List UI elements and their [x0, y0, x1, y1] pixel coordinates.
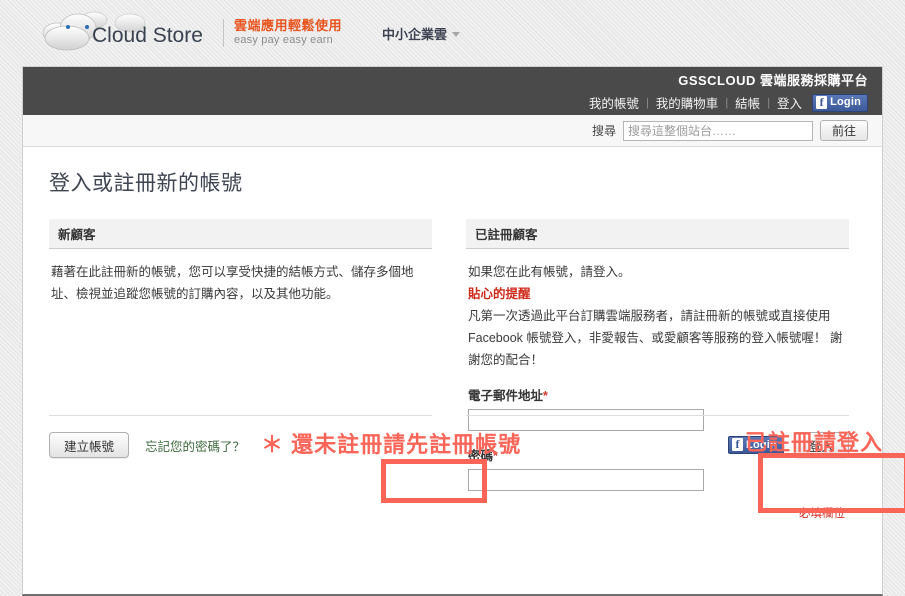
site-tagline: 雲端應用輕鬆使用 easy pay easy earn: [223, 18, 343, 47]
cloud-icon: Cloud Store: [42, 11, 203, 51]
top-nav-links: 我的帳號 | 我的購物車 | 結帳 | 登入 f Login: [23, 93, 868, 112]
search-bar: 搜尋 前往: [23, 115, 882, 147]
nav-item-my-account[interactable]: 我的帳號: [589, 93, 639, 112]
create-account-button[interactable]: 建立帳號: [49, 432, 130, 458]
annotation-already-registered: 已註冊請登入: [745, 430, 884, 455]
page-title: 登入或註冊新的帳號: [49, 172, 243, 195]
search-go-button[interactable]: 前往: [820, 120, 868, 141]
nav-item-checkout[interactable]: 結帳: [735, 93, 760, 112]
annotation-register-first: ＊ 還未註冊請先註冊帳號: [261, 432, 522, 457]
forgot-password-link[interactable]: 忘記您的密碼了？: [145, 436, 245, 455]
chevron-down-icon: [452, 32, 461, 37]
cloud-store-logo[interactable]: Cloud Store: [34, 7, 203, 59]
platform-title: GSSCLOUD 雲端服務採購平台: [678, 73, 868, 88]
header-category-dropdown[interactable]: 中小企業雲: [382, 24, 461, 43]
password-input[interactable]: [468, 469, 704, 492]
tagline-english: easy pay easy earn: [234, 34, 333, 47]
nav-facebook-login-button[interactable]: f Login: [812, 93, 868, 112]
registered-customer-column: 已註冊顧客 如果您在此有帳號，請登入。 貼心的提醒 凡第一次透過此平台訂購雲端服…: [466, 219, 849, 521]
divider-left: [49, 415, 432, 416]
search-label: 搜尋: [591, 124, 616, 138]
login-register-page: 登入或註冊新的帳號 新顧客 藉著在此註冊新的帳號，您可以享受快捷的結帳方式、儲存…: [23, 147, 905, 594]
nav-item-my-cart[interactable]: 我的購物車: [656, 93, 719, 112]
facebook-f-icon: f: [816, 95, 828, 109]
search-input[interactable]: [623, 120, 813, 141]
registered-customer-intro: 如果您在此有帳號，請登入。: [468, 265, 631, 279]
nav-facebook-login-label: Login: [830, 96, 861, 108]
nav-item-login[interactable]: 登入: [777, 93, 802, 112]
new-customer-heading: 新顧客: [49, 219, 432, 249]
header-category-label: 中小企業雲: [382, 26, 448, 42]
required-asterisk: *: [543, 389, 548, 404]
two-column-layout: 新顧客 藉著在此註冊新的帳號，您可以享受快捷的結帳方式、儲存多個地址、檢視並追蹤…: [49, 219, 856, 521]
registered-customer-heading: 已註冊顧客: [466, 219, 849, 249]
new-customer-column: 新顧客 藉著在此註冊新的帳號，您可以享受快捷的結帳方式、儲存多個地址、檢視並追蹤…: [49, 219, 432, 521]
nav-separator: |: [767, 96, 771, 109]
required-fields-note: * 必填欄位: [791, 508, 845, 521]
notice-title: 貼心的提醒: [468, 286, 531, 301]
nav-separator: |: [645, 96, 649, 109]
top-navigation-bar: GSSCLOUD 雲端服務採購平台 我的帳號 | 我的購物車 | 結帳 | 登入…: [23, 67, 882, 115]
email-label: 電子郵件地址*: [468, 385, 847, 404]
svg-text:Cloud Store: Cloud Store: [92, 24, 203, 47]
nav-separator: |: [725, 96, 729, 109]
main-content-card: GSSCLOUD 雲端服務採購平台 我的帳號 | 我的購物車 | 結帳 | 登入…: [22, 66, 905, 596]
email-label-text: 電子郵件地址: [468, 389, 544, 404]
notice-body: 凡第一次透過此平台訂購雲端服務者，請註冊新的帳號或直接使用 Facebook 帳…: [468, 308, 843, 367]
tagline-chinese: 雲端應用輕鬆使用: [234, 18, 343, 34]
site-header: Cloud Store 雲端應用輕鬆使用 easy pay easy earn …: [0, 0, 905, 66]
divider-right: [466, 415, 849, 416]
facebook-f-icon: f: [732, 438, 744, 451]
new-customer-description: 藉著在此註冊新的帳號，您可以享受快捷的結帳方式、儲存多個地址、檢視並追蹤您帳號的…: [51, 265, 414, 301]
